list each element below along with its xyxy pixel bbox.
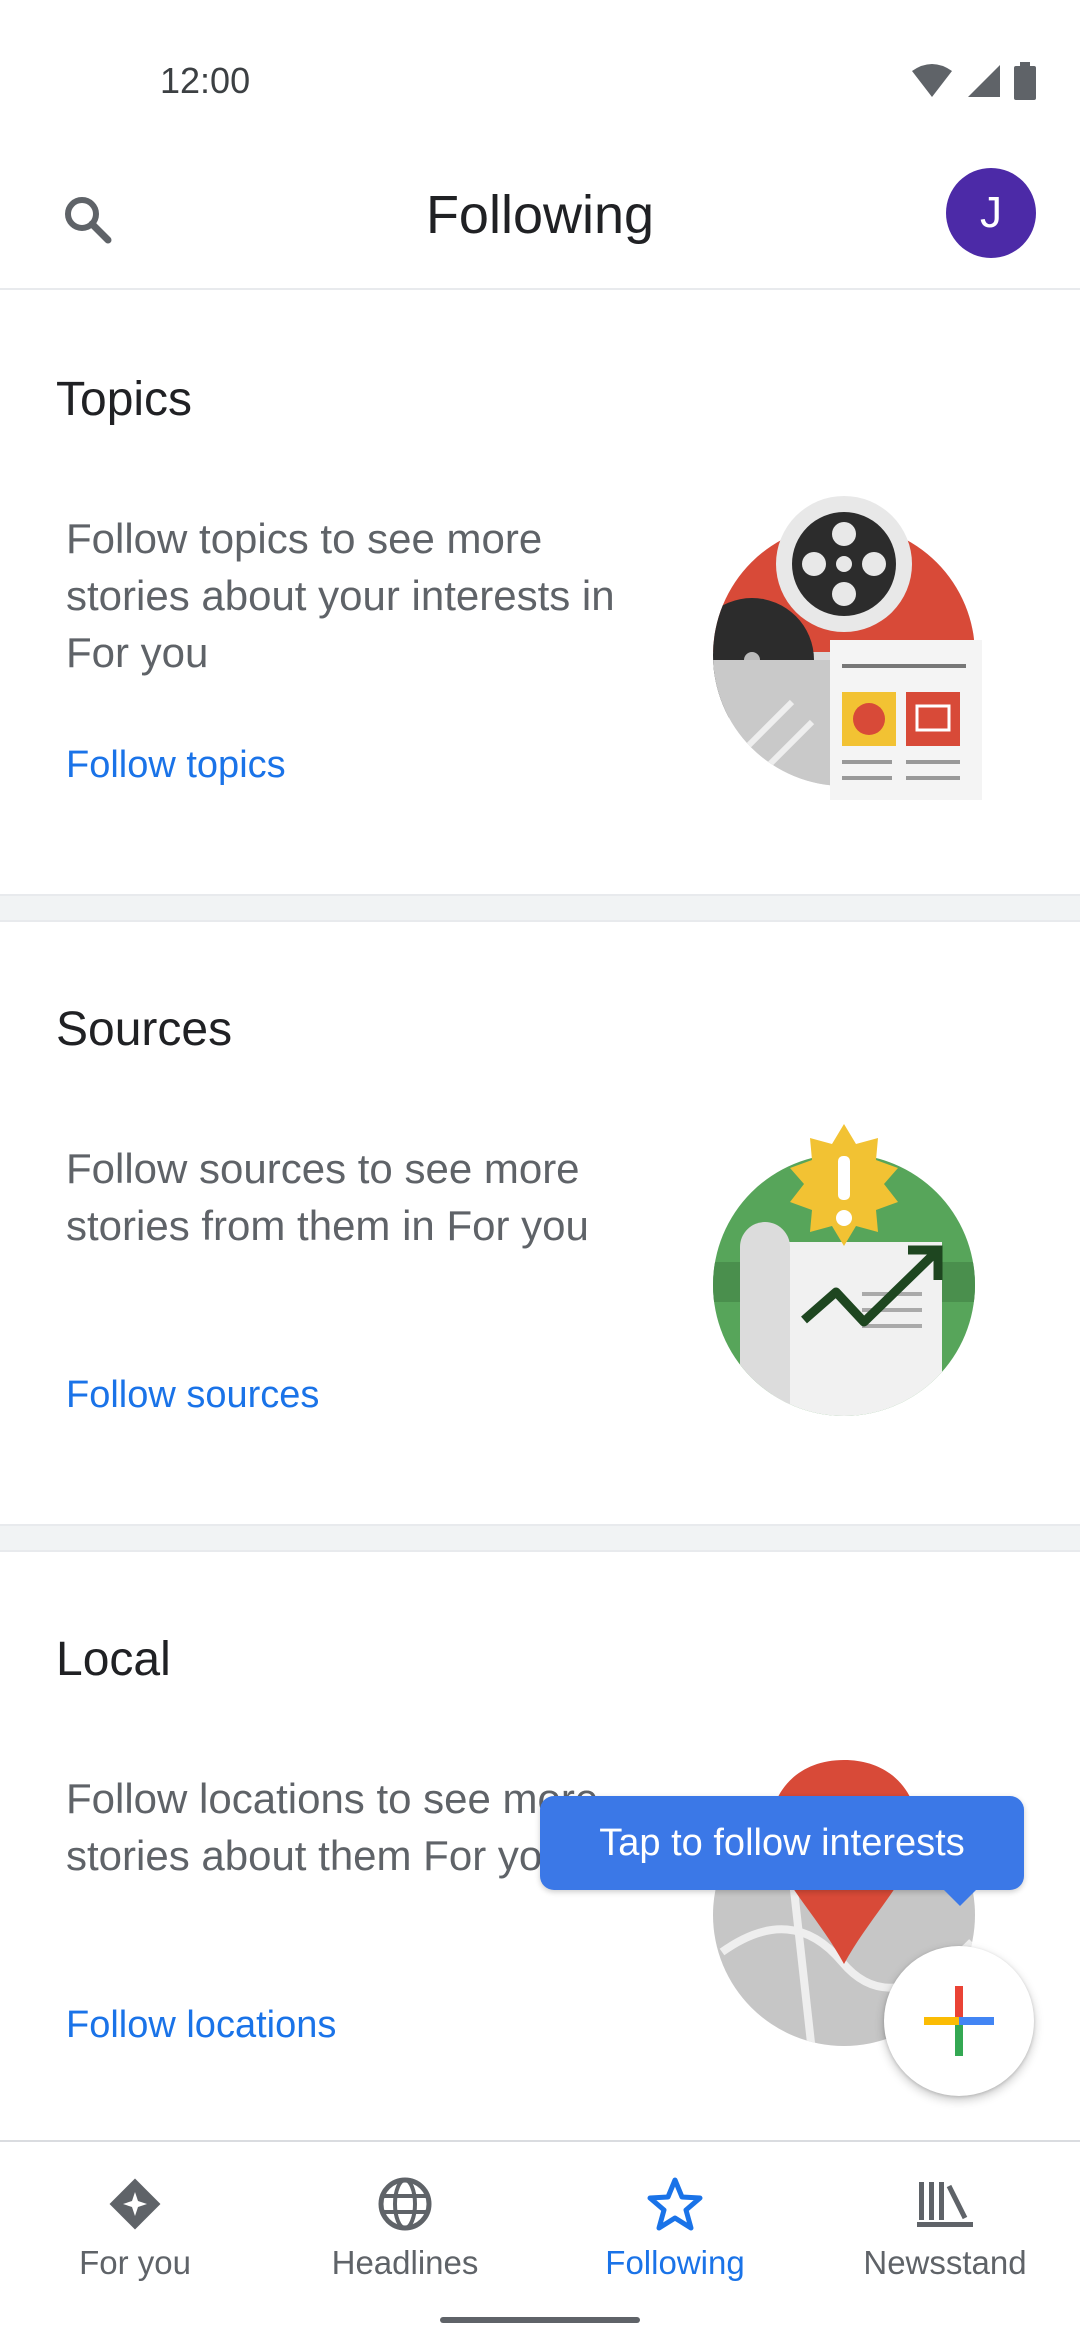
- nav-item-for-you[interactable]: For you: [0, 2172, 270, 2292]
- topics-section: Topics Follow topics to see more stories…: [0, 292, 1080, 894]
- wifi-icon: [912, 64, 952, 97]
- section-title: Topics: [56, 373, 193, 426]
- nav-label: Following: [605, 2244, 745, 2281]
- nav-label: Newsstand: [863, 2244, 1027, 2281]
- film-news-illustration: [713, 496, 982, 800]
- diamond-sparkle-icon: [109, 2178, 161, 2230]
- nav-item-newsstand[interactable]: Newsstand: [810, 2172, 1080, 2292]
- follow-locations-link[interactable]: Follow locations: [66, 2004, 336, 2047]
- tooltip-arrow: [942, 1888, 978, 1906]
- nav-label: For you: [79, 2244, 191, 2281]
- cellular-icon: [968, 65, 1000, 97]
- star-outline-icon: [647, 2177, 703, 2231]
- following-content: Topics Follow topics to see more stories…: [0, 292, 1080, 2182]
- newsstand-icon: [917, 2182, 973, 2227]
- add-interest-button[interactable]: [884, 1946, 1034, 2096]
- page-title: Following: [425, 185, 655, 245]
- account-avatar[interactable]: J: [946, 168, 1036, 258]
- section-divider: [0, 1524, 1080, 1552]
- status-bar: 12:00: [0, 0, 1080, 160]
- bottom-navigation: For you Headlines Following Newsstand: [0, 2140, 1080, 2340]
- gesture-handle[interactable]: [440, 2317, 640, 2323]
- section-divider: [0, 894, 1080, 922]
- nav-label: Headlines: [331, 2244, 479, 2281]
- plus-icon: [924, 1986, 994, 2056]
- newspaper-trend-illustration: [713, 1124, 975, 1416]
- tooltip-text: Tap to follow interests: [599, 1821, 965, 1864]
- section-title: Sources: [56, 1003, 233, 1056]
- section-description: Follow topics to see more stories about …: [66, 515, 615, 676]
- follow-interests-tooltip[interactable]: Tap to follow interests: [540, 1796, 1024, 1906]
- status-icons: [912, 62, 1036, 100]
- battery-icon: [1014, 62, 1036, 100]
- nav-item-headlines[interactable]: Headlines: [270, 2172, 540, 2292]
- globe-icon: [378, 2177, 432, 2231]
- sources-section: Sources Follow sources to see more stori…: [0, 922, 1080, 1524]
- follow-sources-link[interactable]: Follow sources: [66, 1374, 319, 1417]
- top-app-bar: Following J: [0, 160, 1080, 290]
- follow-topics-link[interactable]: Follow topics: [66, 744, 286, 787]
- nav-item-following[interactable]: Following: [540, 2172, 810, 2292]
- section-description: Follow sources to see more stories from …: [66, 1145, 589, 1249]
- status-time: 12:00: [160, 60, 251, 101]
- section-title: Local: [56, 1633, 171, 1686]
